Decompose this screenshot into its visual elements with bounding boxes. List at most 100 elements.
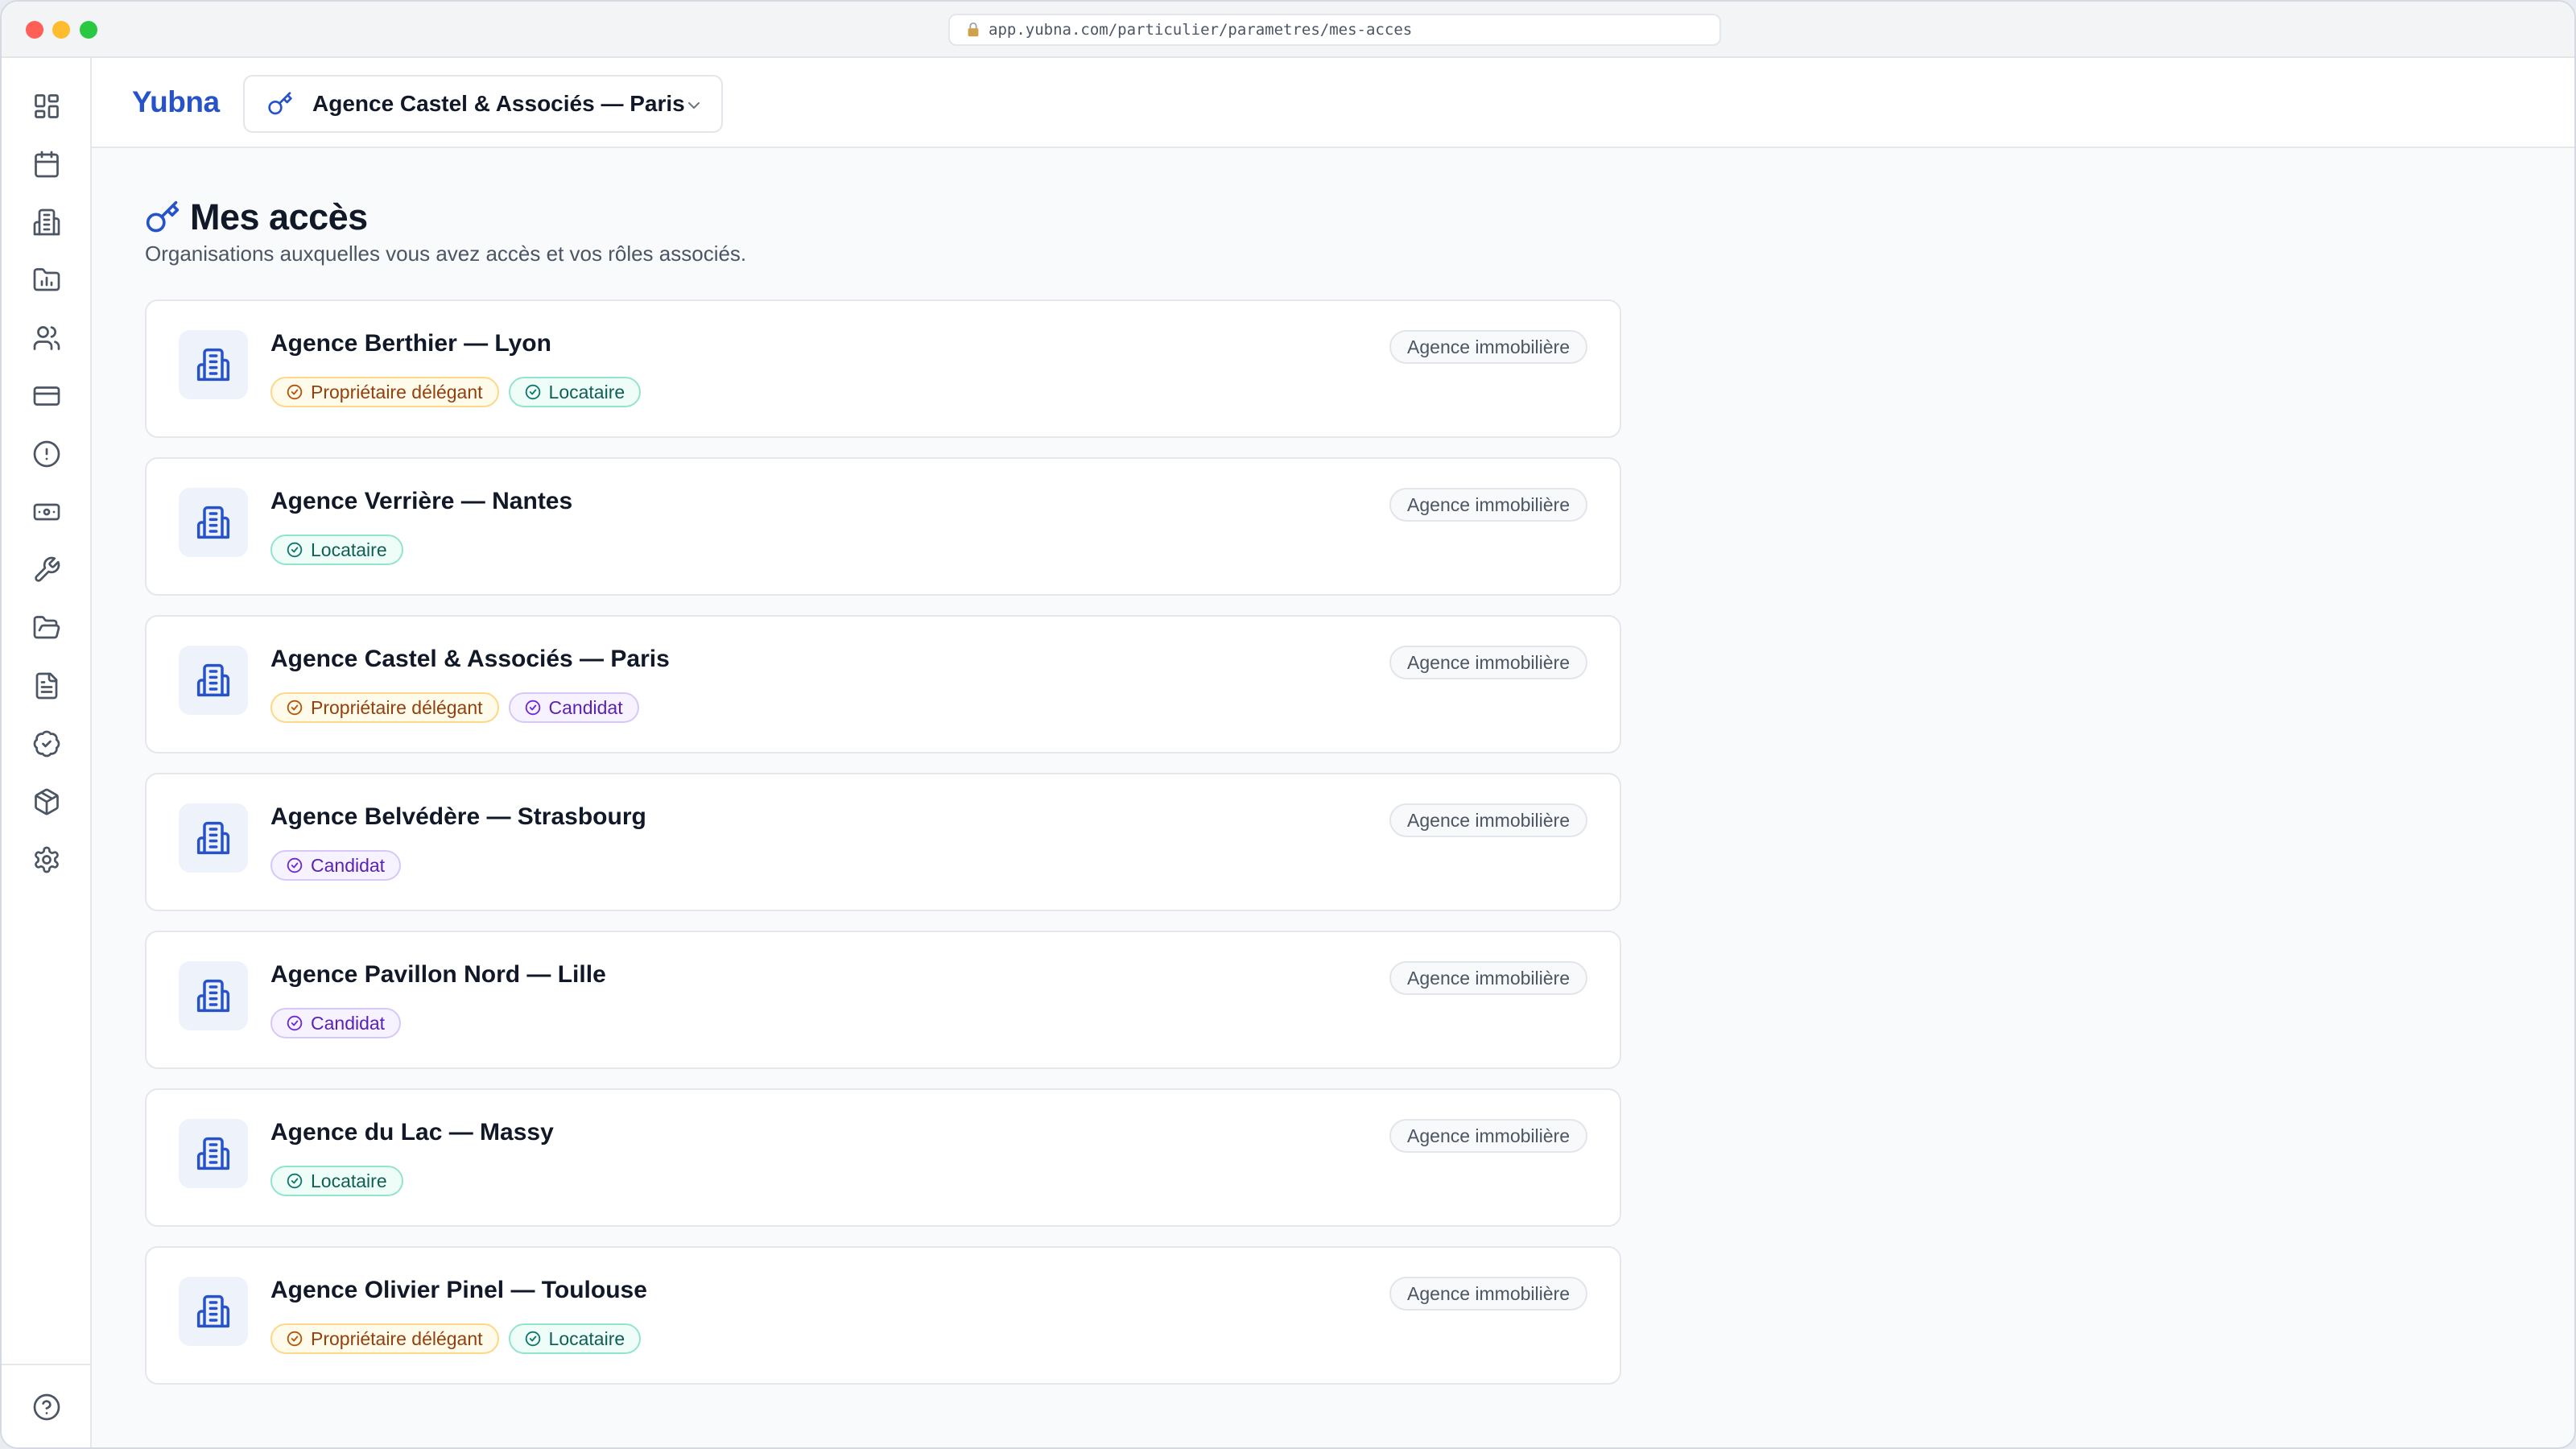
role-badge-label: Candidat: [311, 1012, 386, 1034]
brand-logo[interactable]: Yubna: [132, 85, 220, 119]
organization-card[interactable]: Agence Verrière — Nantes Locataire Agenc…: [145, 457, 1621, 596]
role-badge-label: Locataire: [548, 1327, 625, 1349]
page-title-row: Mes accès: [145, 196, 368, 238]
check-circle-icon: [287, 1173, 303, 1189]
role-badge-locataire: Locataire: [508, 377, 642, 407]
organization-name: Agence Castel & Associés — Paris: [270, 646, 670, 672]
role-badge-label: Candidat: [548, 696, 623, 718]
title-bar: app.yubna.com/particulier/parametres/mes…: [2, 2, 2574, 58]
organization-name: Agence Verrière — Nantes: [270, 488, 573, 514]
organization-type-badge: Agence immobilière: [1389, 646, 1587, 679]
organization-selector-label: Agence Castel & Associés — Paris: [312, 91, 685, 116]
help-circle-icon[interactable]: [31, 1391, 63, 1423]
role-badge-proprietaire: Propriétaire délégant: [270, 377, 499, 407]
organization-avatar: [179, 488, 248, 557]
role-badges: Propriétaire délégant Candidat: [270, 692, 639, 723]
building-icon: [196, 979, 230, 1013]
calendar-icon[interactable]: [31, 148, 63, 180]
banknote-icon[interactable]: [31, 496, 63, 528]
building-icon: [196, 1294, 230, 1328]
browser-window: app.yubna.com/particulier/parametres/mes…: [0, 0, 2576, 1449]
organization-card[interactable]: Agence Belvédère — Strasbourg Candidat A…: [145, 773, 1621, 911]
check-circle-icon: [287, 1015, 303, 1031]
role-badge-proprietaire: Propriétaire délégant: [270, 1323, 499, 1354]
organization-avatar: [179, 803, 248, 873]
organization-avatar: [179, 961, 248, 1030]
organization-list: Agence Berthier — Lyon Propriétaire délé…: [145, 299, 1621, 1404]
organization-card[interactable]: Agence Olivier Pinel — Toulouse Propriét…: [145, 1246, 1621, 1385]
check-circle-icon: [287, 384, 303, 400]
check-circle-icon: [525, 700, 540, 716]
check-circle-icon: [287, 542, 303, 558]
package-icon[interactable]: [31, 786, 63, 818]
organization-avatar: [179, 1277, 248, 1346]
role-badge-candidat: Candidat: [270, 1008, 402, 1038]
organization-card[interactable]: Agence Berthier — Lyon Propriétaire délé…: [145, 299, 1621, 438]
sidebar-divider: [2, 1364, 90, 1365]
organization-name: Agence Pavillon Nord — Lille: [270, 961, 606, 988]
organization-avatar: [179, 330, 248, 399]
minimize-window-button[interactable]: [52, 21, 70, 39]
building-icon: [196, 1137, 230, 1170]
check-circle-icon: [525, 384, 540, 400]
organization-card[interactable]: Agence Castel & Associés — Paris Proprié…: [145, 615, 1621, 753]
address-url: app.yubna.com/particulier/parametres/mes…: [989, 21, 1413, 39]
settings-icon[interactable]: [31, 844, 63, 876]
role-badge-locataire: Locataire: [508, 1323, 642, 1354]
role-badge-locataire: Locataire: [270, 535, 403, 565]
document-icon[interactable]: [31, 670, 63, 702]
users-icon[interactable]: [31, 322, 63, 354]
maximize-window-button[interactable]: [80, 21, 97, 39]
top-header: Yubna Agence Castel & Associés — Paris: [92, 58, 2574, 148]
check-circle-icon: [287, 1331, 303, 1347]
building-icon: [196, 506, 230, 539]
organization-type-badge: Agence immobilière: [1389, 488, 1587, 522]
building-icon: [196, 821, 230, 855]
sidebar: [2, 58, 92, 1447]
building-icon: [196, 663, 230, 697]
building-icon[interactable]: [31, 206, 63, 238]
key-icon: [146, 200, 180, 233]
main-content: Mes accès Organisations auxquelles vous …: [92, 148, 2574, 1447]
key-icon: [268, 92, 292, 115]
chart-folder-icon[interactable]: [31, 264, 63, 296]
address-bar[interactable]: app.yubna.com/particulier/parametres/mes…: [948, 14, 1721, 46]
role-badge-label: Locataire: [311, 539, 387, 560]
organization-type-badge: Agence immobilière: [1389, 330, 1587, 364]
organization-name: Agence du Lac — Massy: [270, 1119, 554, 1146]
page-title: Mes accès: [190, 196, 368, 237]
role-badges: Propriétaire délégant Locataire: [270, 1323, 642, 1354]
organization-type-badge: Agence immobilière: [1389, 803, 1587, 837]
organization-avatar: [179, 646, 248, 715]
organization-card[interactable]: Agence Pavillon Nord — Lille Candidat Ag…: [145, 931, 1621, 1069]
chevron-down-icon: [688, 102, 700, 109]
badge-check-icon[interactable]: [31, 728, 63, 760]
role-badge-label: Locataire: [311, 1170, 387, 1191]
organization-name: Agence Olivier Pinel — Toulouse: [270, 1277, 647, 1303]
close-window-button[interactable]: [26, 21, 43, 39]
check-circle-icon: [287, 700, 303, 716]
folder-open-icon[interactable]: [31, 612, 63, 644]
check-circle-icon: [525, 1331, 540, 1347]
organization-type-badge: Agence immobilière: [1389, 1119, 1587, 1153]
alert-circle-icon[interactable]: [31, 438, 63, 470]
organization-card[interactable]: Agence du Lac — Massy Locataire Agence i…: [145, 1088, 1621, 1227]
wrench-icon[interactable]: [31, 554, 63, 586]
role-badges: Candidat: [270, 850, 402, 881]
organization-selector[interactable]: Agence Castel & Associés — Paris: [243, 75, 723, 133]
page-subtitle: Organisations auxquelles vous avez accès…: [145, 242, 747, 266]
role-badges: Propriétaire délégant Locataire: [270, 377, 642, 407]
credit-card-icon[interactable]: [31, 380, 63, 412]
organization-type-badge: Agence immobilière: [1389, 961, 1587, 995]
role-badges: Candidat: [270, 1008, 402, 1038]
role-badge-locataire: Locataire: [270, 1166, 403, 1196]
role-badges: Locataire: [270, 1166, 403, 1196]
lock-icon: [968, 22, 979, 37]
organization-name: Agence Belvédère — Strasbourg: [270, 803, 646, 830]
role-badge-label: Candidat: [311, 854, 386, 876]
dashboard-grid-icon[interactable]: [31, 90, 63, 122]
role-badge-label: Propriétaire délégant: [311, 381, 483, 402]
building-icon: [196, 348, 230, 382]
check-circle-icon: [287, 857, 303, 873]
role-badge-label: Locataire: [548, 381, 625, 402]
